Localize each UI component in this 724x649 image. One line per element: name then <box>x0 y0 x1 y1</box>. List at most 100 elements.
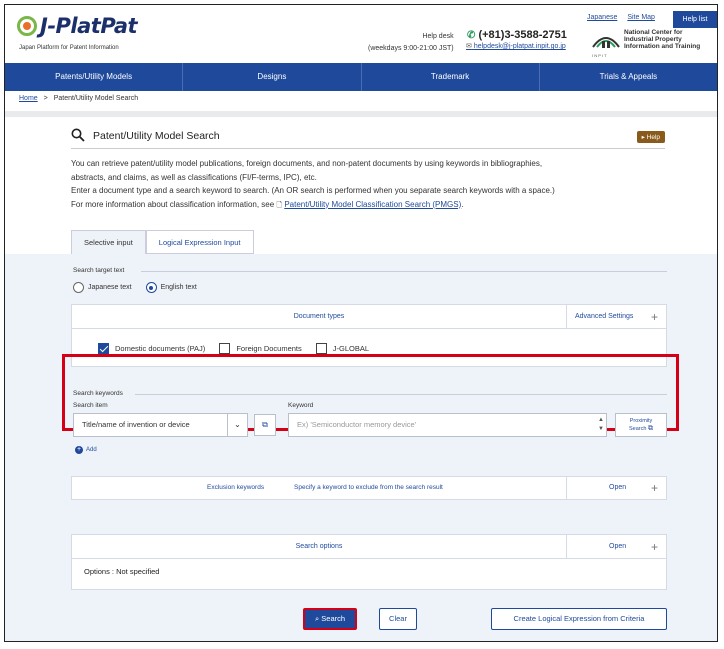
helpdesk-label: Help desk <box>368 31 454 43</box>
inpit-name: National Center for Industrial Property … <box>624 29 700 50</box>
advanced-settings-toggle[interactable]: Advanced Settings + <box>566 305 666 329</box>
tab-selective-input[interactable]: Selective input <box>71 230 146 254</box>
inpit-caption: I N P I T <box>592 53 607 58</box>
target-text-radios: Japanese text English text <box>73 282 197 293</box>
search-panel: Search target text Japanese text English… <box>5 254 717 642</box>
add-label: Add <box>86 447 97 453</box>
plus-icon: + <box>651 305 658 329</box>
search-item-label: Search item <box>73 402 108 409</box>
document-types-header: Document types Advanced Settings + <box>72 305 666 329</box>
breadcrumb-current: Patent/Utility Model Search <box>54 95 138 102</box>
proximity-search-button[interactable]: Proximity Search ⧉ <box>615 413 667 437</box>
target-text-rule <box>141 271 667 272</box>
inpit-line1: National Center for <box>624 29 700 36</box>
sitemap-link[interactable]: Site Map <box>627 14 655 21</box>
doc-jglobal-label: J-GLOBAL <box>333 344 369 353</box>
help-button[interactable]: ▸ Help <box>637 131 665 143</box>
document-icon: 🗋 <box>276 202 282 209</box>
radio-english[interactable] <box>146 282 157 293</box>
checkbox-domestic[interactable] <box>98 343 109 354</box>
create-logical-expression-button[interactable]: Create Logical Expression from Criteria <box>491 608 667 630</box>
page-title-row: Patent/Utility Model Search ▸ Help <box>71 127 665 149</box>
doc-foreign[interactable]: Foreign Documents <box>219 343 301 354</box>
doc-foreign-label: Foreign Documents <box>236 344 301 353</box>
checkbox-jglobal[interactable] <box>316 343 327 354</box>
search-item-select[interactable]: Title/name of invention or device ⌄ <box>73 413 248 437</box>
radio-japanese-label: Japanese text <box>88 284 132 291</box>
search-item-list-button[interactable]: ⧉ <box>254 414 276 436</box>
breadcrumb-separator: > <box>44 95 48 102</box>
search-options-open-toggle[interactable]: Open + <box>566 535 666 559</box>
checkbox-foreign[interactable] <box>219 343 230 354</box>
nav-trials[interactable]: Trials & Appeals <box>540 63 717 91</box>
top-links: Japanese Site Map <box>587 14 663 21</box>
desc-line-4-end: . <box>461 200 463 209</box>
exclusion-open-label: Open <box>609 484 626 491</box>
doc-jglobal[interactable]: J-GLOBAL <box>316 343 369 354</box>
tab-logical-expression[interactable]: Logical Expression Input <box>146 230 254 254</box>
plus-icon: + <box>651 535 658 559</box>
keyword-input[interactable]: Ex) 'Semiconductor memory device' ▲▼ <box>288 413 607 437</box>
help-list-button[interactable]: Help list <box>673 11 717 28</box>
radio-japanese[interactable] <box>73 282 84 293</box>
chevron-down-icon: ⌄ <box>227 414 247 436</box>
logo-subtitle: Japan Platform for Patent Information <box>19 45 119 51</box>
exclusion-open-toggle[interactable]: Open + <box>566 477 666 499</box>
search-options-box: Search options Open + Options : Not spec… <box>71 534 667 590</box>
logo-text: J-PlatPat <box>40 14 137 38</box>
exclusion-keywords-box: Exclusion keywords Specify a keyword to … <box>71 476 667 500</box>
inpit-line3: Information and Training <box>624 43 700 50</box>
exclusion-title: Exclusion keywords <box>207 477 264 499</box>
helpdesk-hours: (weekdays 9:00-21:00 JST) <box>368 43 454 55</box>
browser-frame: J-PlatPat Japan Platform for Patent Info… <box>4 4 718 642</box>
nav-designs[interactable]: Designs <box>183 63 361 91</box>
pmgs-link[interactable]: Patent/Utility Model Classification Sear… <box>284 200 461 209</box>
exclusion-hint: Specify a keyword to exclude from the se… <box>294 477 443 499</box>
document-type-checkboxes: Domestic documents (PAJ) Foreign Documen… <box>98 343 383 354</box>
desc-line-2: abstracts, and claims, as well as classi… <box>71 171 665 185</box>
search-item-value: Title/name of invention or device <box>82 420 190 429</box>
search-options-header: Search options Open + <box>72 535 666 559</box>
email-text: helpdesk@j-platpat.inpit.go.jp <box>474 43 566 50</box>
desc-line-3: Enter a document type and a search keywo… <box>71 184 665 198</box>
helpdesk-info: Help desk (weekdays 9:00-21:00 JST) <box>368 31 454 55</box>
nav-patents[interactable]: Patents/Utility Models <box>5 63 183 91</box>
search-button[interactable]: ⌕ Search <box>303 608 357 630</box>
add-icon: + <box>75 446 83 454</box>
phone-icon: ✆ <box>467 30 475 41</box>
page-title: Patent/Utility Model Search <box>93 130 220 142</box>
japanese-link[interactable]: Japanese <box>587 14 617 21</box>
search-icon: ⌕ <box>315 614 319 623</box>
logo-mark-icon <box>17 16 37 36</box>
search-options-open-label: Open <box>609 543 626 550</box>
desc-line-4: For more information about classificatio… <box>71 198 665 213</box>
mail-icon: ✉ <box>466 43 472 50</box>
target-text-label: Search target text <box>73 267 124 274</box>
clear-button[interactable]: Clear <box>379 608 417 630</box>
desc-line-1: You can retrieve patent/utility model pu… <box>71 157 665 171</box>
phone-number: ✆ (+81)3-3588-2751 <box>467 29 567 41</box>
advanced-settings-label: Advanced Settings <box>575 313 633 320</box>
keyword-label: Keyword <box>288 402 313 409</box>
page-description: You can retrieve patent/utility model pu… <box>71 157 665 212</box>
inpit-logo-icon <box>591 31 621 53</box>
keyword-placeholder: Ex) 'Semiconductor memory device' <box>297 420 416 429</box>
add-keyword-row[interactable]: + Add <box>75 446 97 454</box>
jplatpat-logo[interactable]: J-PlatPat <box>17 14 137 38</box>
stepper-icon[interactable]: ▲▼ <box>598 416 604 434</box>
exclusion-header: Exclusion keywords Specify a keyword to … <box>72 477 566 499</box>
site-header: J-PlatPat Japan Platform for Patent Info… <box>5 5 717 63</box>
main-nav: Patents/Utility Models Designs Trademark… <box>5 63 717 91</box>
main-content: Patent/Utility Model Search ▸ Help You c… <box>5 117 717 642</box>
input-tabs: Selective input Logical Expression Input <box>71 230 254 254</box>
doc-domestic[interactable]: Domestic documents (PAJ) <box>98 343 205 354</box>
breadcrumb-home[interactable]: Home <box>19 95 38 102</box>
list-window-icon: ⧉ <box>262 420 268 429</box>
proximity-line2: Search <box>629 426 646 432</box>
search-keywords-label: Search keywords <box>73 390 123 397</box>
search-icon <box>71 128 85 142</box>
nav-trademark[interactable]: Trademark <box>362 63 540 91</box>
helpdesk-email-link[interactable]: ✉ helpdesk@j-platpat.inpit.go.jp <box>466 42 566 50</box>
window-icon: ⧉ <box>648 425 653 432</box>
search-options-value: Options : Not specified <box>84 567 159 576</box>
